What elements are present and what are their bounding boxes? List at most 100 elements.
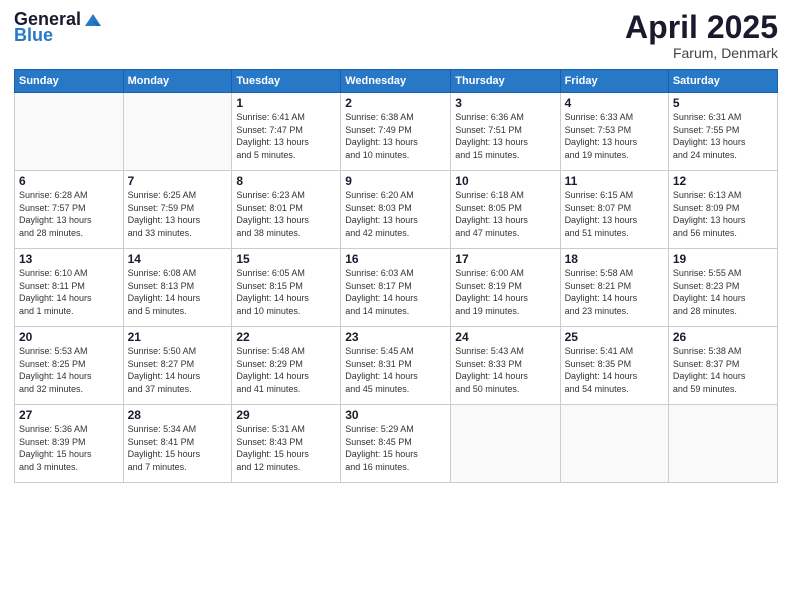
day-info: Sunrise: 5:38 AM Sunset: 8:37 PM Dayligh… [673, 345, 773, 395]
calendar-header-friday: Friday [560, 70, 668, 93]
calendar-day: 18Sunrise: 5:58 AM Sunset: 8:21 PM Dayli… [560, 249, 668, 327]
day-info: Sunrise: 5:43 AM Sunset: 8:33 PM Dayligh… [455, 345, 555, 395]
calendar-header-thursday: Thursday [451, 70, 560, 93]
day-number: 13 [19, 252, 119, 266]
day-number: 8 [236, 174, 336, 188]
day-info: Sunrise: 6:18 AM Sunset: 8:05 PM Dayligh… [455, 189, 555, 239]
calendar-day: 29Sunrise: 5:31 AM Sunset: 8:43 PM Dayli… [232, 405, 341, 483]
calendar-day [560, 405, 668, 483]
day-number: 15 [236, 252, 336, 266]
calendar-day: 2Sunrise: 6:38 AM Sunset: 7:49 PM Daylig… [341, 93, 451, 171]
day-number: 16 [345, 252, 446, 266]
calendar-day: 3Sunrise: 6:36 AM Sunset: 7:51 PM Daylig… [451, 93, 560, 171]
calendar-week-5: 27Sunrise: 5:36 AM Sunset: 8:39 PM Dayli… [15, 405, 778, 483]
calendar-day: 26Sunrise: 5:38 AM Sunset: 8:37 PM Dayli… [668, 327, 777, 405]
calendar-day: 11Sunrise: 6:15 AM Sunset: 8:07 PM Dayli… [560, 171, 668, 249]
day-info: Sunrise: 6:31 AM Sunset: 7:55 PM Dayligh… [673, 111, 773, 161]
calendar-day: 21Sunrise: 5:50 AM Sunset: 8:27 PM Dayli… [123, 327, 232, 405]
calendar-header-monday: Monday [123, 70, 232, 93]
day-info: Sunrise: 5:41 AM Sunset: 8:35 PM Dayligh… [565, 345, 664, 395]
day-info: Sunrise: 6:25 AM Sunset: 7:59 PM Dayligh… [128, 189, 228, 239]
day-number: 3 [455, 96, 555, 110]
day-info: Sunrise: 6:33 AM Sunset: 7:53 PM Dayligh… [565, 111, 664, 161]
location: Farum, Denmark [625, 45, 778, 61]
calendar-day: 16Sunrise: 6:03 AM Sunset: 8:17 PM Dayli… [341, 249, 451, 327]
calendar-day: 20Sunrise: 5:53 AM Sunset: 8:25 PM Dayli… [15, 327, 124, 405]
day-number: 30 [345, 408, 446, 422]
calendar-day: 5Sunrise: 6:31 AM Sunset: 7:55 PM Daylig… [668, 93, 777, 171]
calendar-day: 15Sunrise: 6:05 AM Sunset: 8:15 PM Dayli… [232, 249, 341, 327]
calendar-day: 17Sunrise: 6:00 AM Sunset: 8:19 PM Dayli… [451, 249, 560, 327]
day-number: 14 [128, 252, 228, 266]
calendar-day: 10Sunrise: 6:18 AM Sunset: 8:05 PM Dayli… [451, 171, 560, 249]
day-info: Sunrise: 5:31 AM Sunset: 8:43 PM Dayligh… [236, 423, 336, 473]
day-number: 4 [565, 96, 664, 110]
day-number: 9 [345, 174, 446, 188]
calendar-day: 27Sunrise: 5:36 AM Sunset: 8:39 PM Dayli… [15, 405, 124, 483]
page-container: General Blue April 2025 Farum, Denmark S… [0, 0, 792, 612]
day-info: Sunrise: 6:08 AM Sunset: 8:13 PM Dayligh… [128, 267, 228, 317]
calendar-day: 24Sunrise: 5:43 AM Sunset: 8:33 PM Dayli… [451, 327, 560, 405]
calendar-day: 12Sunrise: 6:13 AM Sunset: 8:09 PM Dayli… [668, 171, 777, 249]
calendar-header-tuesday: Tuesday [232, 70, 341, 93]
calendar-day [15, 93, 124, 171]
calendar-table: SundayMondayTuesdayWednesdayThursdayFrid… [14, 69, 778, 483]
day-info: Sunrise: 5:48 AM Sunset: 8:29 PM Dayligh… [236, 345, 336, 395]
calendar-day: 23Sunrise: 5:45 AM Sunset: 8:31 PM Dayli… [341, 327, 451, 405]
calendar-header-sunday: Sunday [15, 70, 124, 93]
day-info: Sunrise: 6:41 AM Sunset: 7:47 PM Dayligh… [236, 111, 336, 161]
day-number: 22 [236, 330, 336, 344]
day-number: 29 [236, 408, 336, 422]
month-title: April 2025 [625, 10, 778, 45]
day-info: Sunrise: 6:13 AM Sunset: 8:09 PM Dayligh… [673, 189, 773, 239]
day-number: 6 [19, 174, 119, 188]
day-number: 7 [128, 174, 228, 188]
calendar-header-saturday: Saturday [668, 70, 777, 93]
day-info: Sunrise: 5:53 AM Sunset: 8:25 PM Dayligh… [19, 345, 119, 395]
day-info: Sunrise: 5:36 AM Sunset: 8:39 PM Dayligh… [19, 423, 119, 473]
day-info: Sunrise: 6:28 AM Sunset: 7:57 PM Dayligh… [19, 189, 119, 239]
day-info: Sunrise: 6:05 AM Sunset: 8:15 PM Dayligh… [236, 267, 336, 317]
calendar-week-1: 1Sunrise: 6:41 AM Sunset: 7:47 PM Daylig… [15, 93, 778, 171]
day-info: Sunrise: 6:00 AM Sunset: 8:19 PM Dayligh… [455, 267, 555, 317]
calendar-day [123, 93, 232, 171]
day-number: 20 [19, 330, 119, 344]
day-info: Sunrise: 5:58 AM Sunset: 8:21 PM Dayligh… [565, 267, 664, 317]
calendar-day: 25Sunrise: 5:41 AM Sunset: 8:35 PM Dayli… [560, 327, 668, 405]
calendar-day: 30Sunrise: 5:29 AM Sunset: 8:45 PM Dayli… [341, 405, 451, 483]
day-number: 23 [345, 330, 446, 344]
day-info: Sunrise: 6:36 AM Sunset: 7:51 PM Dayligh… [455, 111, 555, 161]
calendar-week-3: 13Sunrise: 6:10 AM Sunset: 8:11 PM Dayli… [15, 249, 778, 327]
day-number: 12 [673, 174, 773, 188]
day-info: Sunrise: 5:34 AM Sunset: 8:41 PM Dayligh… [128, 423, 228, 473]
calendar-day: 14Sunrise: 6:08 AM Sunset: 8:13 PM Dayli… [123, 249, 232, 327]
day-info: Sunrise: 5:29 AM Sunset: 8:45 PM Dayligh… [345, 423, 446, 473]
day-number: 24 [455, 330, 555, 344]
header: General Blue April 2025 Farum, Denmark [14, 10, 778, 61]
day-number: 1 [236, 96, 336, 110]
calendar-day: 19Sunrise: 5:55 AM Sunset: 8:23 PM Dayli… [668, 249, 777, 327]
title-section: April 2025 Farum, Denmark [625, 10, 778, 61]
calendar-day: 28Sunrise: 5:34 AM Sunset: 8:41 PM Dayli… [123, 405, 232, 483]
calendar-day: 9Sunrise: 6:20 AM Sunset: 8:03 PM Daylig… [341, 171, 451, 249]
calendar-day: 13Sunrise: 6:10 AM Sunset: 8:11 PM Dayli… [15, 249, 124, 327]
calendar-day [451, 405, 560, 483]
calendar-header-row: SundayMondayTuesdayWednesdayThursdayFrid… [15, 70, 778, 93]
day-info: Sunrise: 6:10 AM Sunset: 8:11 PM Dayligh… [19, 267, 119, 317]
day-number: 11 [565, 174, 664, 188]
calendar-day: 22Sunrise: 5:48 AM Sunset: 8:29 PM Dayli… [232, 327, 341, 405]
day-number: 19 [673, 252, 773, 266]
day-info: Sunrise: 6:03 AM Sunset: 8:17 PM Dayligh… [345, 267, 446, 317]
day-info: Sunrise: 6:23 AM Sunset: 8:01 PM Dayligh… [236, 189, 336, 239]
day-info: Sunrise: 6:20 AM Sunset: 8:03 PM Dayligh… [345, 189, 446, 239]
calendar-day: 7Sunrise: 6:25 AM Sunset: 7:59 PM Daylig… [123, 171, 232, 249]
calendar-day [668, 405, 777, 483]
calendar-week-4: 20Sunrise: 5:53 AM Sunset: 8:25 PM Dayli… [15, 327, 778, 405]
day-number: 2 [345, 96, 446, 110]
day-info: Sunrise: 5:45 AM Sunset: 8:31 PM Dayligh… [345, 345, 446, 395]
calendar-day: 6Sunrise: 6:28 AM Sunset: 7:57 PM Daylig… [15, 171, 124, 249]
day-number: 21 [128, 330, 228, 344]
calendar-day: 8Sunrise: 6:23 AM Sunset: 8:01 PM Daylig… [232, 171, 341, 249]
day-number: 10 [455, 174, 555, 188]
day-number: 17 [455, 252, 555, 266]
